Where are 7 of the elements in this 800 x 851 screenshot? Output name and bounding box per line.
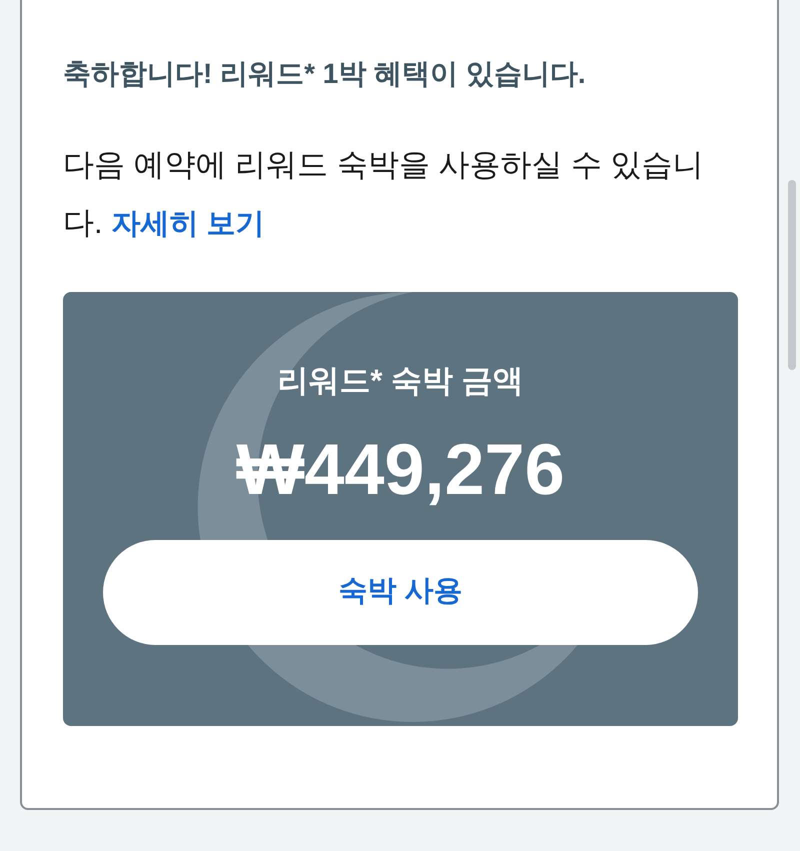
reward-label: 리워드* 숙박 금액 (277, 362, 524, 400)
message-text: 다음 예약에 리워드 숙박을 사용하실 수 있습니다. 자세히 보기 (63, 146, 705, 242)
heading: 축하합니다! 리워드* 1박 혜택이 있습니다. (63, 57, 587, 91)
use-stay-button[interactable]: 숙박 사용 (103, 540, 698, 644)
details-link[interactable]: 자세히 보기 (111, 208, 264, 240)
reward-amount: ₩449,276 (236, 428, 565, 512)
scrollbar-thumb[interactable] (788, 180, 796, 370)
